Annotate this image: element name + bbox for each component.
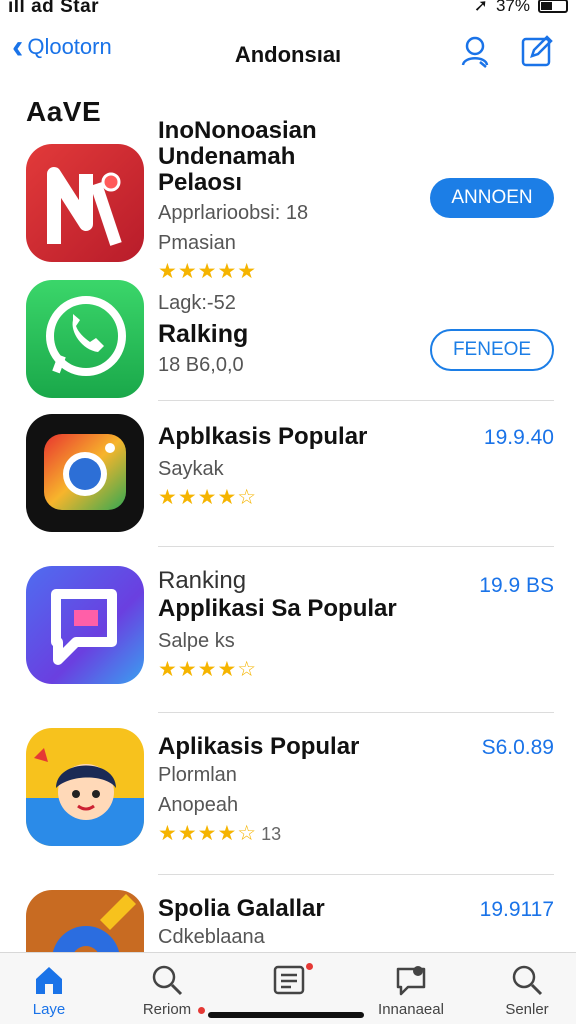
notification-dot bbox=[198, 1007, 205, 1014]
list-item[interactable]: Spolia Galallar Cdkeblaana 19.9117 bbox=[0, 890, 576, 952]
search-icon bbox=[152, 965, 183, 996]
home-icon bbox=[36, 967, 62, 994]
tab-search-2[interactable]: Senler bbox=[472, 963, 576, 1018]
star-rating-stars: ★★★★☆ bbox=[158, 822, 258, 845]
battery-percent: 37% bbox=[495, 0, 530, 15]
list-item[interactable]: Ranking Applikasi Sa Popular Salpe ks ★★… bbox=[0, 566, 576, 714]
carrier-label: ıll ad Star bbox=[8, 0, 100, 17]
divider bbox=[158, 712, 554, 713]
app-title: Aplikasis Popular bbox=[158, 733, 360, 760]
app-subtitle: Saykak bbox=[158, 458, 224, 480]
navigation-bar: ‹ Qlootorn Andonsıaı bbox=[0, 28, 576, 76]
location-icon: ➚ bbox=[473, 0, 488, 15]
tab-label: Senler bbox=[505, 1001, 549, 1018]
tab-search[interactable]: Reriom bbox=[112, 963, 222, 1018]
search-icon bbox=[512, 965, 543, 996]
notification-dot bbox=[306, 963, 313, 970]
battery-icon bbox=[538, 0, 568, 13]
star-rating: ★★★★☆ 13 bbox=[158, 820, 359, 848]
app-title: Spolia Galallar bbox=[158, 895, 325, 922]
app-price[interactable]: 19.9 BS bbox=[479, 574, 554, 598]
app-subtitle-2: Anopeah bbox=[158, 794, 239, 816]
list-item[interactable]: Lagk:-52 Ralking 18 B6,0,0 FENEOE bbox=[0, 280, 576, 401]
app-subtitle-2: Pmasian bbox=[158, 232, 236, 254]
app-text: Spolia Galallar Cdkeblaana bbox=[158, 896, 325, 952]
tab-list[interactable] bbox=[234, 963, 344, 1001]
app-subtitle: Cdkeblaana bbox=[158, 926, 265, 948]
star-rating: ★★★★☆ bbox=[158, 658, 258, 681]
app-icon-green bbox=[26, 280, 144, 398]
app-title-line: Applikasi Sa Popular bbox=[158, 595, 397, 622]
tab-messages[interactable]: Innanaeal bbox=[356, 963, 466, 1018]
divider bbox=[158, 874, 554, 875]
app-subtitle: Salpe ks bbox=[158, 630, 235, 652]
list-item[interactable]: InoNonoasian Undenamah Pelaosı Apprlario… bbox=[0, 118, 576, 283]
app-icon-chat bbox=[26, 566, 144, 684]
tab-label: Laye bbox=[32, 1001, 66, 1018]
tab-home[interactable]: Laye bbox=[0, 963, 104, 1018]
app-text: InoNonoasian Undenamah Pelaosı Apprlario… bbox=[158, 118, 317, 286]
compose-icon[interactable] bbox=[520, 34, 554, 68]
status-right: ➚ 37% bbox=[474, 0, 568, 16]
app-title: Ralking bbox=[158, 320, 249, 348]
list-icon bbox=[273, 965, 305, 995]
app-icon-brush bbox=[26, 890, 144, 952]
app-subtitle: Plormlan bbox=[158, 764, 237, 786]
app-price[interactable]: S6.0.89 bbox=[482, 736, 554, 760]
list-item[interactable]: Apblkasis Popular Saykak ★★★★☆ 19.9.40 bbox=[0, 414, 576, 548]
app-title: Apblkasis Popular bbox=[158, 423, 368, 450]
app-title-line: Pelaosı bbox=[158, 169, 243, 196]
open-button[interactable]: FENEOE bbox=[430, 329, 554, 371]
chat-icon bbox=[396, 966, 426, 996]
app-icon-red bbox=[26, 144, 144, 262]
get-button[interactable]: ANNOEN bbox=[430, 178, 554, 218]
divider bbox=[158, 546, 554, 547]
app-text: Apblkasis Popular Saykak ★★★★☆ bbox=[158, 424, 367, 512]
app-text: Aplikasis Popular Plormlan Anopeah ★★★★☆… bbox=[158, 734, 359, 848]
divider bbox=[158, 400, 554, 401]
status-bar: ıll ad Star ➚ 37% bbox=[0, 0, 576, 18]
list-item[interactable]: Aplikasis Popular Plormlan Anopeah ★★★★☆… bbox=[0, 728, 576, 875]
star-rating: ★★★★☆ bbox=[158, 486, 258, 509]
app-text: Lagk:-52 Ralking 18 B6,0,0 bbox=[158, 288, 248, 380]
app-subtitle: Apprlarioobsi: 18 bbox=[158, 202, 309, 224]
tab-label: Reriom bbox=[142, 1001, 192, 1018]
app-icon-camera bbox=[26, 414, 144, 532]
app-title-line: Undenamah bbox=[158, 143, 296, 170]
app-title-line: Ranking bbox=[158, 567, 247, 594]
person-icon[interactable] bbox=[458, 34, 492, 68]
app-subtitle: Lagk:-52 bbox=[158, 292, 236, 314]
rating-count: 13 bbox=[261, 824, 282, 844]
home-indicator[interactable] bbox=[208, 1012, 364, 1018]
app-text: Ranking Applikasi Sa Popular Salpe ks ★★… bbox=[158, 566, 397, 684]
tab-label: Innanaeal bbox=[378, 1001, 444, 1018]
app-price[interactable]: 19.9.40 bbox=[484, 426, 554, 450]
app-subtitle-2: 18 B6,0,0 bbox=[158, 354, 244, 376]
app-icon-character bbox=[26, 728, 144, 846]
app-price[interactable]: 19.9117 bbox=[480, 898, 554, 922]
app-title-line: InoNonoasian bbox=[158, 117, 317, 144]
